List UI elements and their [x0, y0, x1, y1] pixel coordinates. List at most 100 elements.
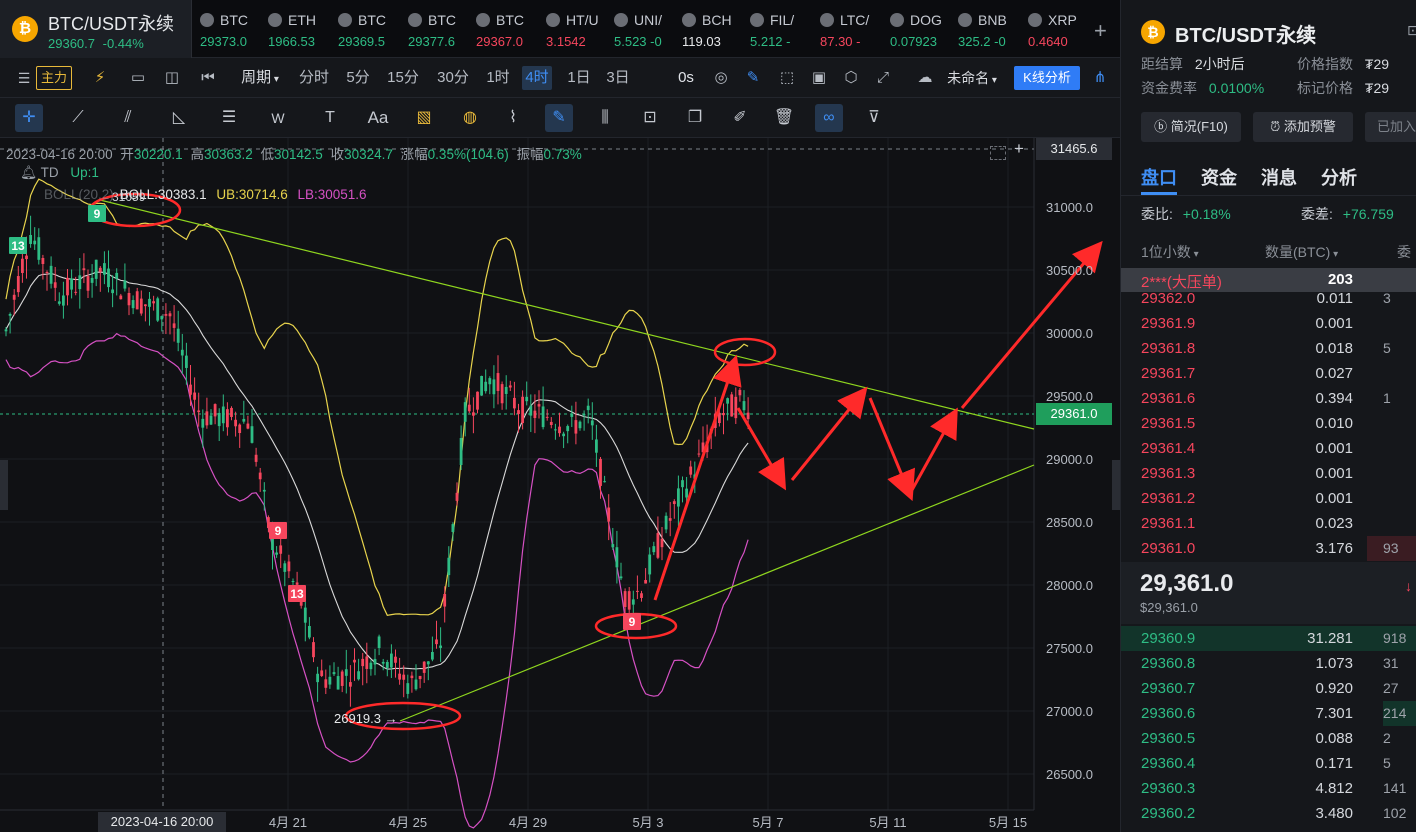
candle-body [250, 426, 254, 443]
ticker-tab-name: LTC/ [820, 12, 886, 28]
copy-icon[interactable]: ❐ [681, 104, 709, 132]
period-dropdown[interactable]: 周期 ▾ [234, 66, 286, 90]
fib-lines-icon[interactable]: ☰ [215, 104, 243, 132]
ask-row[interactable]: 29361.5 0.010 [1121, 411, 1416, 436]
ticker-tab[interactable]: UNI/5.523 -0 [614, 0, 680, 58]
share-icon[interactable]: ⋔ [1090, 66, 1110, 90]
interval-tab[interactable]: 15分 [384, 66, 422, 90]
wave-icon[interactable]: W [264, 104, 292, 132]
qty-column-dropdown[interactable]: 数量(BTC) ▾ [1265, 242, 1338, 262]
ask-row[interactable]: 29361.7 0.027 [1121, 361, 1416, 386]
bid-row[interactable]: 29360.6 7.301 214 [1121, 701, 1416, 726]
ticker-tab[interactable]: LTC/87.30 - [820, 0, 886, 58]
fullscreen-icon[interactable]: ⤢ [872, 66, 894, 90]
added-watchlist-button[interactable]: 已加入 [1365, 112, 1416, 142]
collapse-right-handle[interactable] [1112, 460, 1120, 510]
save-icon[interactable]: ▣ [808, 66, 830, 90]
link-icon[interactable]: ∞ [815, 104, 843, 132]
camera-icon[interactable]: ◎ [710, 66, 732, 90]
ticker-tab[interactable]: ETH 1966.53 [268, 0, 334, 58]
ticker-tab[interactable]: BTC 29367.0 [476, 0, 542, 58]
filter-icon[interactable]: ⊽ [860, 104, 888, 132]
sidebar-tab[interactable]: 盘口 [1141, 164, 1177, 190]
interval-tab[interactable]: 30分 [434, 66, 472, 90]
lock-icon[interactable]: ⊡ [636, 104, 664, 132]
text-tool-icon[interactable]: Aa [364, 104, 392, 132]
overview-button[interactable]: ⓑ 简况(F10) [1141, 112, 1241, 142]
ask-row[interactable]: 29361.6 0.394 1 [1121, 386, 1416, 411]
sidebar-tab[interactable]: 分析 [1321, 164, 1357, 190]
ticker-tab[interactable]: XRP 0.4640 [1028, 0, 1094, 58]
settings-icon[interactable]: ⬡ [840, 66, 862, 90]
kline-analysis-button[interactable]: K线分析 [1014, 66, 1080, 90]
interval-tab[interactable]: 3日 [604, 66, 632, 90]
candle-body [316, 673, 319, 683]
calendar-icon[interactable]: ▭ [128, 66, 148, 90]
sidebar-tab[interactable]: 消息 [1261, 164, 1297, 190]
bid-row[interactable]: 29360.5 0.088 2 [1121, 726, 1416, 751]
sidebar-tab[interactable]: 资金 [1201, 164, 1237, 190]
indicator-menu-icon[interactable]: ☰ [14, 66, 34, 90]
indicator-main-button[interactable]: 主力 [36, 66, 72, 90]
ticker-tab[interactable]: FIL/5.212 - [750, 0, 816, 58]
add-tab-icon[interactable]: + [1094, 18, 1107, 44]
pen-icon[interactable]: ✎ [742, 66, 764, 90]
chart-svg[interactable]: 31000.0 30500.0 30000.0 29500.0 29000.0 28500… [0, 138, 1120, 832]
brush-icon[interactable]: ✎ [545, 104, 573, 132]
sidebar-btc-icon: ₿ [1141, 20, 1165, 44]
ruler-icon[interactable]: ▧ [410, 104, 438, 132]
layout-icon[interactable]: ◫ [162, 66, 182, 90]
ticker-tab[interactable]: BTC 29373.0 [200, 0, 266, 58]
interval-tab[interactable]: 1时 [484, 66, 512, 90]
interval-tab[interactable]: 5分 [344, 66, 372, 90]
ticker-tab[interactable]: BNB 325.2 -0 [958, 0, 1024, 58]
ticker-tab[interactable]: BTC 29377.6 [408, 0, 474, 58]
ticker-tab[interactable]: BTC 29369.5 [338, 0, 404, 58]
trash-icon[interactable]: 🗑 [770, 104, 798, 132]
bell-icon[interactable]: 🔔︎ [20, 165, 37, 180]
kline-chart[interactable]: 31000.0 30500.0 30000.0 29500.0 29000.0 28500… [0, 138, 1120, 832]
sidebar-more-icon[interactable]: ⊡ [1407, 22, 1416, 39]
active-symbol-tab[interactable]: ₿ BTC/USDT永续 29360.7 -0.44% [0, 0, 192, 58]
expand-chart-icon[interactable] [990, 146, 1006, 160]
bid-row[interactable]: 29360.4 0.171 5 [1121, 751, 1416, 776]
interval-tab[interactable]: 4时 [522, 66, 552, 90]
collapse-left-handle[interactable] [0, 460, 8, 510]
ticker-tab[interactable]: BCH 119.03 [682, 0, 748, 58]
ask-row[interactable]: 29361.3 0.001 [1121, 461, 1416, 486]
add-alert-button[interactable]: ⏰︎ 添加预警 [1253, 112, 1353, 142]
interval-tab[interactable]: 1日 [565, 66, 593, 90]
text-position-icon[interactable]: T [316, 104, 344, 132]
ask-row[interactable]: 29362.0 0.011 3 [1121, 286, 1416, 311]
screenshot-icon[interactable]: ⬚ [776, 66, 798, 90]
ask-row[interactable]: 29361.4 0.001 [1121, 436, 1416, 461]
triangle-icon[interactable]: ◺ [165, 104, 193, 132]
bid-row[interactable]: 29360.9 31.281 918 [1121, 626, 1416, 651]
trendline-icon[interactable]: ⟋ [64, 104, 92, 132]
ask-row[interactable]: 29361.0 3.176 93 [1121, 536, 1416, 561]
candle-body [217, 412, 221, 427]
bid-row[interactable]: 29360.3 4.812 141 [1121, 776, 1416, 801]
layout-name-dropdown[interactable]: 未命名 ▾ [938, 66, 1006, 90]
replay-icon[interactable]: ⏮ [196, 66, 220, 90]
ask-row[interactable]: 29361.9 0.001 [1121, 311, 1416, 336]
flash-icon[interactable]: ⚡ [90, 66, 110, 90]
bid-row[interactable]: 29360.8 1.073 31 [1121, 651, 1416, 676]
cloud-icon[interactable]: ☁ [914, 66, 936, 90]
crosshair-icon[interactable]: ✛ [15, 104, 43, 132]
ask-row[interactable]: 29361.1 0.023 [1121, 511, 1416, 536]
measure-icon[interactable]: ⌇ [499, 104, 527, 132]
ask-row[interactable]: 29361.2 0.001 [1121, 486, 1416, 511]
bid-row[interactable]: 29360.2 3.480 102 [1121, 801, 1416, 826]
ticker-tab[interactable]: DOG 0.07923 [890, 0, 956, 58]
ticker-tab[interactable]: HT/U 3.1542 [546, 0, 612, 58]
parallel-channel-icon[interactable]: ⫽ [114, 104, 142, 132]
candles-icon[interactable]: ⫼ [591, 104, 619, 132]
ask-row[interactable]: 29361.8 0.018 5 [1121, 336, 1416, 361]
decimal-dropdown[interactable]: 1位小数 ▾ [1141, 242, 1199, 262]
magnet-icon[interactable]: ◍ [456, 104, 484, 132]
add-alert-plus-icon[interactable]: + [1014, 139, 1024, 159]
bid-row[interactable]: 29360.7 0.920 27 [1121, 676, 1416, 701]
edit-icon[interactable]: ✐ [726, 104, 754, 132]
interval-tab[interactable]: 分时 [297, 66, 331, 90]
